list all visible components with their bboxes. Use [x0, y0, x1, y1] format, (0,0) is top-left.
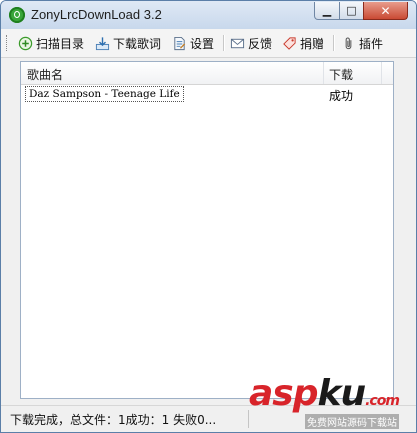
song-list[interactable]: 歌曲名 下载 Daz Sampson - Teenage Life 成功: [20, 61, 394, 399]
watermark-subtitle: 免费网站源码下载站: [305, 414, 399, 429]
close-button[interactable]: ✕: [363, 2, 408, 20]
column-header-download[interactable]: 下载: [329, 66, 353, 83]
mail-icon: [230, 38, 245, 48]
app-logo-icon: [9, 7, 25, 23]
table-row[interactable]: Daz Sampson - Teenage Life 成功: [21, 85, 393, 103]
column-header-song-name[interactable]: 歌曲名: [27, 66, 63, 83]
scan-directory-label: 扫描目录: [36, 36, 85, 51]
title-bar[interactable]: ZonyLrcDownLoad 3.2 ▁ □ ✕: [1, 1, 416, 29]
feedback-label: 反馈: [248, 36, 273, 51]
minimize-button[interactable]: ▁: [314, 2, 340, 20]
toolbar-grip[interactable]: [6, 35, 9, 51]
maximize-button[interactable]: □: [339, 2, 364, 20]
download-lyrics-label: 下载歌词: [113, 36, 162, 51]
plugins-button[interactable]: 插件: [341, 32, 383, 54]
download-status-cell: 成功: [329, 89, 354, 103]
settings-button[interactable]: 设置: [172, 32, 214, 54]
column-divider[interactable]: [323, 62, 324, 84]
tag-icon: [283, 36, 296, 50]
donate-label: 捐赠: [300, 36, 325, 51]
settings-label: 设置: [190, 36, 215, 51]
status-text: 下载完成，总文件：1成功：1 失败0...: [10, 413, 217, 427]
minimize-icon: ▁: [322, 4, 332, 17]
column-divider[interactable]: [381, 62, 382, 84]
watermark-logo: aspku.com: [249, 373, 400, 414]
paperclip-icon: [345, 37, 352, 49]
list-header: 歌曲名 下载: [21, 62, 393, 85]
download-lyrics-button[interactable]: 下载歌词: [95, 32, 161, 54]
toolbar: 扫描目录 下载歌词 设置 反馈 捐赠 插件: [1, 29, 416, 58]
song-name-cell: Daz Sampson - Teenage Life: [25, 86, 184, 102]
plugins-label: 插件: [359, 36, 384, 51]
app-window: ZonyLrcDownLoad 3.2 ▁ □ ✕ 扫描目录 下载歌词 设置 反…: [0, 0, 417, 433]
close-icon: ✕: [380, 3, 391, 18]
window-title: ZonyLrcDownLoad 3.2: [31, 7, 162, 22]
site-watermark: aspku.com 免费网站源码下载站: [249, 373, 414, 432]
settings-document-icon: [174, 36, 186, 50]
feedback-button[interactable]: 反馈: [230, 32, 272, 54]
maximize-icon: □: [346, 4, 357, 17]
toolbar-separator: [333, 35, 335, 51]
donate-button[interactable]: 捐赠: [282, 32, 324, 54]
scan-directory-button[interactable]: 扫描目录: [18, 32, 84, 54]
add-icon: [18, 36, 33, 50]
download-icon: [95, 36, 110, 50]
toolbar-separator: [223, 35, 225, 51]
